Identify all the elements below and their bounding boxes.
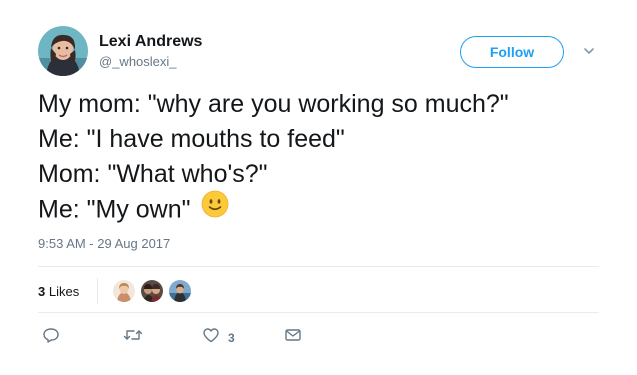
- stats-separator: [97, 278, 99, 304]
- chevron-down-icon[interactable]: [582, 44, 596, 58]
- divider: [38, 266, 599, 267]
- tweet-actions: 3: [38, 326, 338, 346]
- tweet-timestamp[interactable]: 9:53 AM - 29 Aug 2017: [38, 236, 170, 251]
- tweet-card: Lexi Andrews @_whoslexi_ Follow My mom: …: [0, 0, 637, 375]
- tweet-line-last: Me: "My own": [38, 190, 608, 230]
- tweet-line: Mom: "What who's?": [38, 160, 268, 188]
- display-name[interactable]: Lexi Andrews: [99, 33, 202, 51]
- like-button[interactable]: 3: [202, 326, 235, 349]
- retweet-icon: [123, 326, 143, 349]
- tweet-stats: 3 Likes: [38, 278, 196, 304]
- tweet-line: My mom: "why are you working so much?": [38, 90, 509, 118]
- slightly-smiling-face-icon: [201, 190, 229, 228]
- user-handle[interactable]: @_whoslexi_: [99, 54, 202, 70]
- user-info: Lexi Andrews @_whoslexi_: [99, 33, 202, 70]
- liker-avatar[interactable]: [112, 279, 137, 303]
- like-count: 3: [228, 330, 235, 345]
- likers-list: [112, 279, 196, 303]
- tweet-text: My mom: "why are you working so much?" M…: [38, 87, 608, 230]
- heart-icon: [202, 326, 220, 349]
- reply-icon: [42, 326, 60, 349]
- follow-button[interactable]: Follow: [460, 36, 564, 68]
- reply-button[interactable]: [42, 326, 60, 349]
- tweet-line: Me: "I have mouths to feed": [38, 125, 345, 153]
- direct-message-button[interactable]: [284, 326, 302, 349]
- tweet-line-text: Me: "My own": [38, 195, 191, 224]
- liker-avatar[interactable]: [168, 279, 193, 303]
- retweet-button[interactable]: [123, 326, 143, 349]
- direct-message-icon: [284, 326, 302, 349]
- avatar[interactable]: [38, 26, 88, 76]
- likes-count: 3: [38, 283, 46, 299]
- likes-label: Likes: [48, 283, 80, 299]
- liker-avatar[interactable]: [140, 279, 165, 303]
- likes-stat[interactable]: 3 Likes: [38, 284, 79, 299]
- divider: [38, 312, 599, 313]
